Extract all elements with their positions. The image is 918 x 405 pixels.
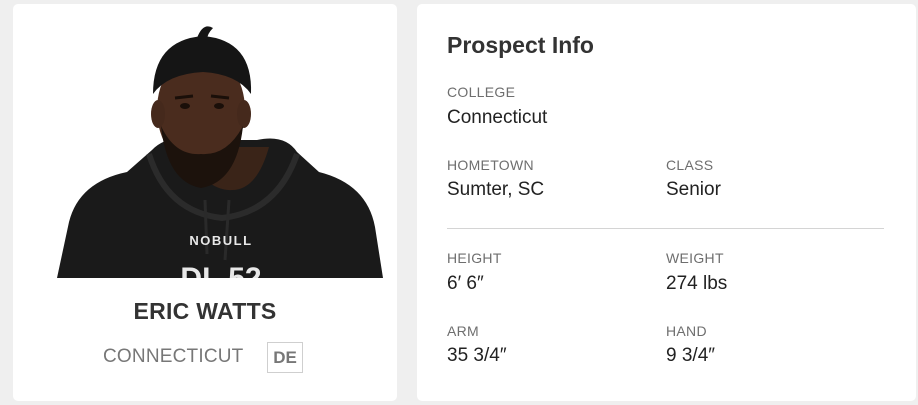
hand-label: HAND bbox=[666, 323, 707, 339]
arm-label: ARM bbox=[447, 323, 480, 339]
section-divider bbox=[447, 228, 884, 229]
arm-value: 35 3/4″ bbox=[447, 345, 507, 366]
prospect-info-card: Prospect Info COLLEGE Connecticut HOMETO… bbox=[417, 4, 916, 401]
shirt-brand-text: NOBULL bbox=[189, 233, 252, 248]
class-label: CLASS bbox=[666, 157, 714, 173]
player-photo: NOBULL DL 52 bbox=[57, 26, 383, 278]
weight-label: WEIGHT bbox=[666, 250, 724, 266]
player-name: ERIC WATTS bbox=[133, 298, 277, 324]
player-school[interactable]: CONNECTICUT bbox=[103, 346, 243, 368]
college-label: COLLEGE bbox=[447, 84, 516, 100]
class-value: Senior bbox=[666, 179, 721, 200]
height-label: HEIGHT bbox=[447, 250, 502, 266]
height-value: 6′ 6″ bbox=[447, 273, 484, 294]
section-title: Prospect Info bbox=[447, 32, 594, 58]
position-badge: DE bbox=[267, 342, 303, 373]
hometown-label: HOMETOWN bbox=[447, 157, 534, 173]
hand-value: 9 3/4″ bbox=[666, 345, 715, 366]
player-card: NOBULL DL 52 ERIC WATTS CONNECTICUT DE bbox=[13, 4, 397, 401]
college-value: Connecticut bbox=[447, 107, 548, 128]
shirt-number-text: DL 52 bbox=[180, 262, 261, 278]
weight-value: 274 lbs bbox=[666, 273, 728, 294]
hometown-value: Sumter, SC bbox=[447, 179, 545, 200]
